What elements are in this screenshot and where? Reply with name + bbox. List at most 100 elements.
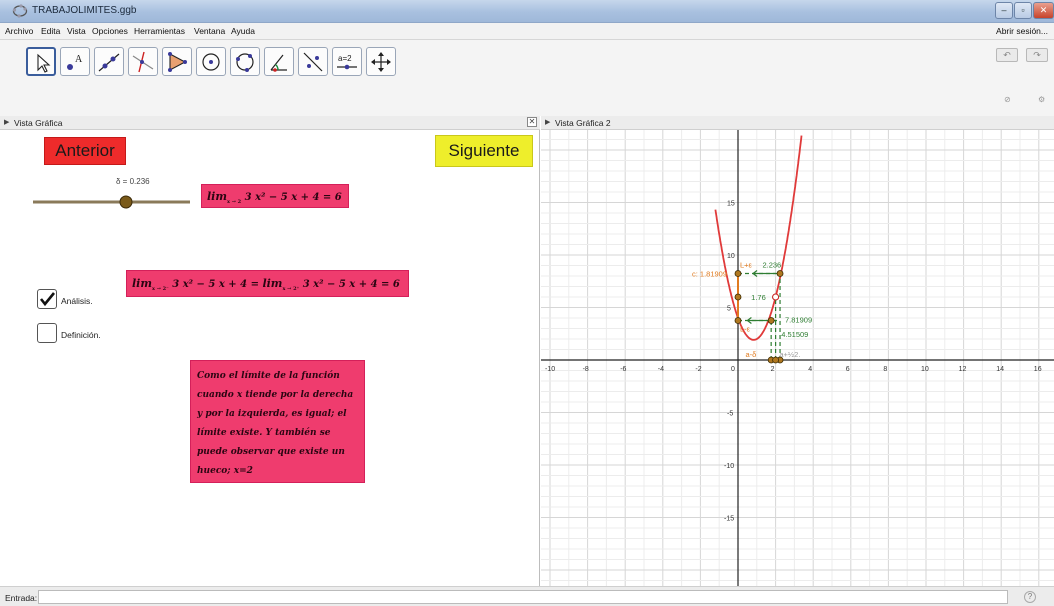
guide-point <box>734 317 742 324</box>
angle-icon <box>270 54 287 72</box>
value-176-label: 1.76 <box>751 293 766 302</box>
slider-tool-icon: a=2 <box>337 54 357 70</box>
tool-perpendicular[interactable] <box>128 47 158 76</box>
guide-point <box>772 356 780 364</box>
close-button[interactable]: ✕ <box>1033 2 1054 19</box>
axis-tick-labels: -10 -8 -6 -4 -2 0 2 4 6 8 10 12 14 16 15 10 5 -5 -10 -15 <box>545 201 1042 523</box>
x-tick-label: 16 <box>1034 366 1042 373</box>
menu-vista[interactable]: Vista <box>67 26 86 36</box>
graphics-view-2-header: ▶ Vista Gráfica 2 <box>541 116 1054 130</box>
x-tick-label: 14 <box>996 366 1004 373</box>
graphics-view-2[interactable]: -10 -8 -6 -4 -2 0 2 4 6 8 10 12 14 16 15 10 5 -5 -10 -15 c:… <box>541 130 1054 586</box>
a-minus-delta-label: a-δ <box>746 350 757 359</box>
epsilon-value-label: 2.236 <box>762 261 781 270</box>
reflect-icon <box>303 52 323 72</box>
delta-slider[interactable] <box>30 192 195 212</box>
toolbar: A a=2 ↶ ↷ ⊘ ⚙ <box>0 40 1054 116</box>
menu-herramientas[interactable]: Herramientas <box>134 26 185 36</box>
expand-triangle-icon[interactable]: ▶ <box>4 118 9 126</box>
perpendicular-icon <box>132 51 154 73</box>
value-781-label: 7.81909 <box>785 315 812 324</box>
cursor-arrow-icon <box>37 53 51 73</box>
redo-button[interactable]: ↷ <box>1026 48 1048 62</box>
a-plus-delta-label: a+½2. <box>779 350 800 359</box>
y-tick-label: 15 <box>727 201 735 208</box>
x-tick-label: 2 <box>771 366 775 373</box>
limit-formula: limx → 2 3 x² − 5 x + 4 = 6 <box>201 184 349 208</box>
l-plus-epsilon-label: L+ε <box>740 261 753 270</box>
settings-icon[interactable]: ⚙ <box>1038 95 1045 104</box>
y-tick-label: -5 <box>727 411 733 418</box>
circle-icon <box>202 53 220 71</box>
tool-point[interactable]: A <box>60 47 90 76</box>
x-tick-label: 4 <box>808 366 812 373</box>
help-icon[interactable]: ⊘ <box>1004 95 1011 104</box>
maximize-button[interactable]: ▫ <box>1014 2 1032 19</box>
close-view-1-icon[interactable]: ✕ <box>527 117 537 127</box>
tool-circle[interactable] <box>196 47 226 76</box>
y-tick-label: -10 <box>724 463 734 470</box>
graphics-view-2-title: Vista Gráfica 2 <box>555 118 611 128</box>
menu-bar: Archivo Edita Vista Opciones Herramienta… <box>0 23 1054 40</box>
menu-opciones[interactable]: Opciones <box>92 26 128 36</box>
checkmark-icon <box>39 292 56 307</box>
x-tick-label: 6 <box>846 366 850 373</box>
l-minus-epsilon-label: L-ε <box>740 324 751 333</box>
analysis-label: Análisis. <box>61 296 93 306</box>
tool-move[interactable] <box>26 47 56 76</box>
x-tick-label: 0 <box>731 366 735 373</box>
tool-line[interactable] <box>94 47 124 76</box>
title-bar: TRABAJOLIMITES.ggb – ▫ ✕ <box>0 0 1054 23</box>
next-button[interactable]: Siguiente <box>435 135 533 167</box>
input-help-icon[interactable]: ? <box>1024 591 1036 603</box>
tool-polygon[interactable] <box>162 47 192 76</box>
graphics-view-1-title: Vista Gráfica <box>14 118 63 128</box>
expand-triangle-icon[interactable]: ▶ <box>545 118 550 126</box>
graphics-view-1-header: ▶ Vista Gráfica ✕ <box>0 116 540 130</box>
guide-point <box>767 317 775 324</box>
tool-circle-three-points[interactable] <box>230 47 260 76</box>
graphics-view-1[interactable]: Anterior Siguiente δ = 0.236 limx → 2 3 … <box>0 130 540 586</box>
x-tick-label: -6 <box>620 366 626 373</box>
sign-in-link[interactable]: Abrir sesión... <box>996 26 1048 36</box>
svg-text:A: A <box>75 54 83 65</box>
x-tick-label: -10 <box>545 366 555 373</box>
c-value-label: c: 1.81909 <box>692 270 727 279</box>
tool-move-graphics-view[interactable] <box>366 47 396 76</box>
tool-angle[interactable] <box>264 47 294 76</box>
analysis-checkbox[interactable] <box>37 289 57 309</box>
guide-point <box>776 270 784 277</box>
previous-button[interactable]: Anterior <box>44 137 126 165</box>
function-graph[interactable]: -10 -8 -6 -4 -2 0 2 4 6 8 10 12 14 16 15 10 5 -5 -10 -15 c:… <box>541 130 1054 586</box>
polygon-icon <box>168 52 187 72</box>
minimize-button[interactable]: – <box>995 2 1013 19</box>
move-arrows-icon <box>371 52 391 72</box>
menu-archivo[interactable]: Archivo <box>5 26 33 36</box>
x-tick-label: 10 <box>921 366 929 373</box>
guide-point <box>734 293 742 301</box>
side-limits-formula: limx → 2⁻ 3 x² − 5 x + 4 = limx → 2⁺ 3 x… <box>126 270 409 297</box>
x-tick-label: -2 <box>695 366 701 373</box>
definition-checkbox[interactable] <box>37 323 57 343</box>
circle-three-points-icon <box>236 53 254 72</box>
y-tick-label: -15 <box>724 516 734 523</box>
y-tick-label: 10 <box>727 253 735 260</box>
input-bar: Entrada: ? <box>0 586 1054 606</box>
geogebra-icon <box>12 4 28 18</box>
menu-ventana[interactable]: Ventana <box>194 26 225 36</box>
menu-edita[interactable]: Edita <box>41 26 60 36</box>
guide-point <box>734 270 742 277</box>
definition-label: Definición. <box>61 330 101 340</box>
delta-slider-label: δ = 0.236 <box>116 177 150 186</box>
undo-button[interactable]: ↶ <box>996 48 1018 62</box>
x-tick-label: 12 <box>959 366 967 373</box>
tool-slider[interactable]: a=2 <box>332 47 362 76</box>
x-tick-label: -8 <box>583 366 589 373</box>
input-field[interactable] <box>38 590 1008 604</box>
slider-knob[interactable] <box>119 195 133 209</box>
y-tick-label: 5 <box>727 306 731 313</box>
input-label: Entrada: <box>5 593 38 603</box>
menu-ayuda[interactable]: Ayuda <box>231 26 255 36</box>
point-icon: A <box>67 54 83 70</box>
tool-reflect[interactable] <box>298 47 328 76</box>
